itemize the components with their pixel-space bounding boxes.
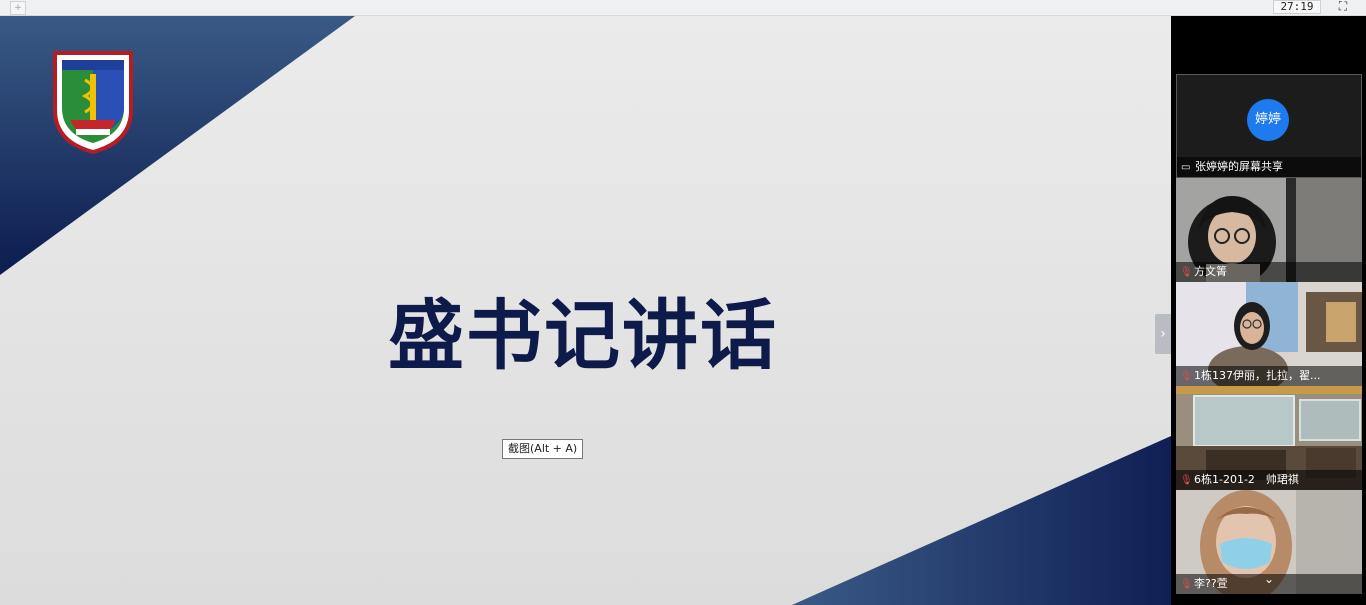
participant-name: 🎙方文箐 bbox=[1176, 262, 1362, 282]
microphone-muted-icon: 🎙 bbox=[1180, 371, 1193, 382]
participant-tile[interactable]: 🎙方文箐 bbox=[1176, 178, 1362, 282]
participant-tile-screen-share[interactable]: 婷婷 ▭ 张婷婷的屏幕共享 bbox=[1176, 74, 1362, 178]
microphone-muted-icon: 🎙 bbox=[1180, 267, 1193, 278]
shared-slide: 盛书记讲话 截图(Alt + A) bbox=[0, 16, 1171, 605]
participant-name: 🎙6栋1-201-2 帅珺祺 bbox=[1176, 470, 1362, 490]
top-toolbar: + 27:19 ⛶ bbox=[0, 0, 1366, 16]
university-logo bbox=[53, 51, 133, 154]
microphone-muted-icon: 🎙 bbox=[1180, 475, 1193, 486]
participant-name: 🎙1栋137伊丽，扎拉，翟... bbox=[1176, 366, 1362, 386]
slide-title: 盛书记讲话 bbox=[388, 291, 778, 380]
collapse-panel-button[interactable]: › bbox=[1155, 314, 1171, 354]
participant-name: ▭ 张婷婷的屏幕共享 bbox=[1177, 157, 1361, 177]
chevron-down-icon[interactable]: ⌄ bbox=[1259, 572, 1279, 586]
chevron-right-icon: › bbox=[1160, 326, 1166, 342]
meeting-timer: 27:19 bbox=[1273, 0, 1321, 14]
screenshot-tooltip: 截图(Alt + A) bbox=[502, 439, 584, 459]
microphone-muted-icon: 🎙 bbox=[1180, 579, 1193, 590]
bottom-right-triangle bbox=[792, 436, 1171, 605]
screen-share-icon: ▭ bbox=[1181, 162, 1191, 173]
participant-tile[interactable]: 🎙6栋1-201-2 帅珺祺 bbox=[1176, 386, 1362, 490]
add-circle-icon[interactable]: + bbox=[10, 1, 26, 15]
avatar: 婷婷 bbox=[1247, 99, 1289, 141]
participant-tile[interactable]: 🎙1栋137伊丽，扎拉，翟... bbox=[1176, 282, 1362, 386]
fullscreen-icon[interactable]: ⛶ bbox=[1334, 0, 1352, 13]
